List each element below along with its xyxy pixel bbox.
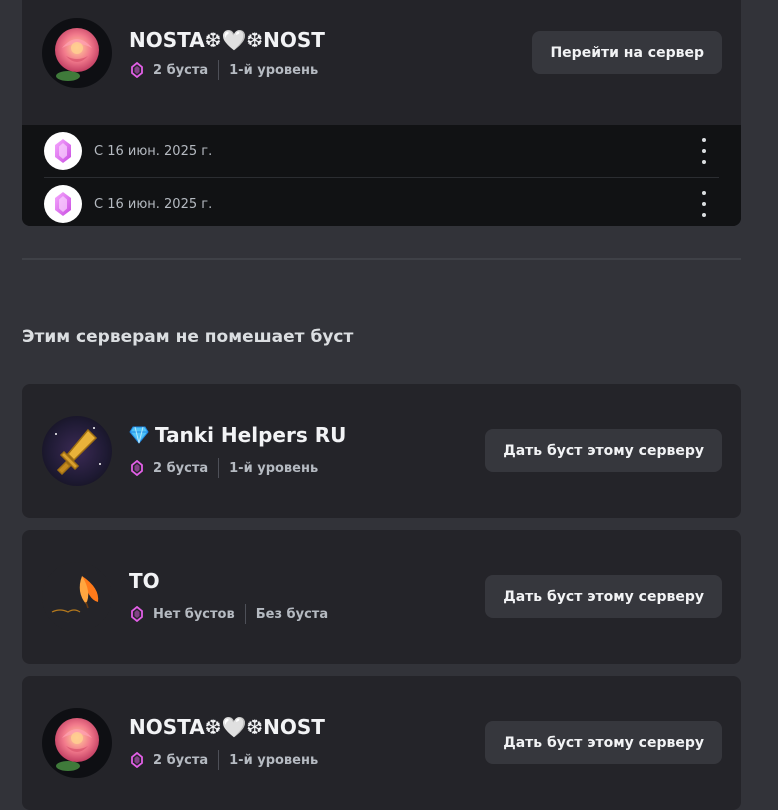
go-to-server-button[interactable]: Перейти на сервер (532, 31, 722, 74)
meta-separator (244, 604, 246, 624)
more-options-icon[interactable] (697, 191, 711, 217)
boost-gem-icon (131, 606, 143, 622)
server-level: 1-й уровень (229, 460, 319, 476)
diamond-icon (129, 426, 149, 444)
boost-gem-icon (44, 185, 82, 223)
server-card: NOSTA❆🤍❆NOST 2 буста 1-й уровень Дать бу… (22, 676, 741, 810)
section-divider (22, 258, 741, 260)
boost-row: С 16 июн. 2025 г. (44, 177, 719, 226)
boost-date: С 16 июн. 2025 г. (94, 143, 213, 159)
boost-server-button[interactable]: Дать буст этому серверу (485, 721, 722, 764)
server-avatar[interactable] (42, 708, 112, 778)
server-meta: Нет бустов Без буста (131, 604, 328, 624)
server-name: ТО (129, 569, 160, 593)
boost-server-button[interactable]: Дать буст этому серверу (485, 575, 722, 618)
server-avatar[interactable] (42, 416, 112, 486)
meta-separator (218, 458, 220, 478)
server-meta: 2 буста 1-й уровень (131, 750, 318, 770)
server-name: NOSTA❆🤍❆NOST (129, 28, 325, 52)
boosted-server-card: NOSTA❆🤍❆NOST 2 буста 1-й уровень Перейти… (22, 0, 741, 226)
server-avatar[interactable] (42, 562, 112, 632)
server-level: 1-й уровень (229, 752, 319, 768)
boost-gem-icon (131, 62, 143, 78)
boost-gem-icon (44, 132, 82, 170)
boost-list: С 16 июн. 2025 г. С 16 июн. 2025 г. (22, 125, 741, 226)
server-name: Tanki Helpers RU (129, 423, 346, 447)
boost-count: 2 буста (153, 752, 209, 768)
server-avatar[interactable] (42, 18, 112, 88)
boost-count: Нет бустов (153, 606, 235, 622)
boost-gem-icon (131, 752, 143, 768)
server-card: Tanki Helpers RU 2 буста 1-й уровень Дат… (22, 384, 741, 518)
server-meta: 2 буста 1-й уровень (131, 458, 318, 478)
meta-separator (218, 750, 220, 770)
boost-count: 2 буста (153, 460, 209, 476)
server-card: ТО Нет бустов Без буста Дать буст этому … (22, 530, 741, 664)
server-name: NOSTA❆🤍❆NOST (129, 715, 325, 739)
boost-date: С 16 июн. 2025 г. (94, 196, 213, 212)
server-level: Без буста (255, 606, 329, 622)
meta-separator (218, 60, 220, 80)
more-options-icon[interactable] (697, 138, 711, 164)
server-level: 1-й уровень (229, 62, 319, 78)
server-meta: 2 буста 1-й уровень (131, 60, 318, 80)
boost-count: 2 буста (153, 62, 209, 78)
boost-server-button[interactable]: Дать буст этому серверу (485, 429, 722, 472)
boost-row: С 16 июн. 2025 г. (44, 125, 719, 177)
section-title: Этим серверам не помешает буст (22, 327, 354, 347)
boost-gem-icon (131, 460, 143, 476)
